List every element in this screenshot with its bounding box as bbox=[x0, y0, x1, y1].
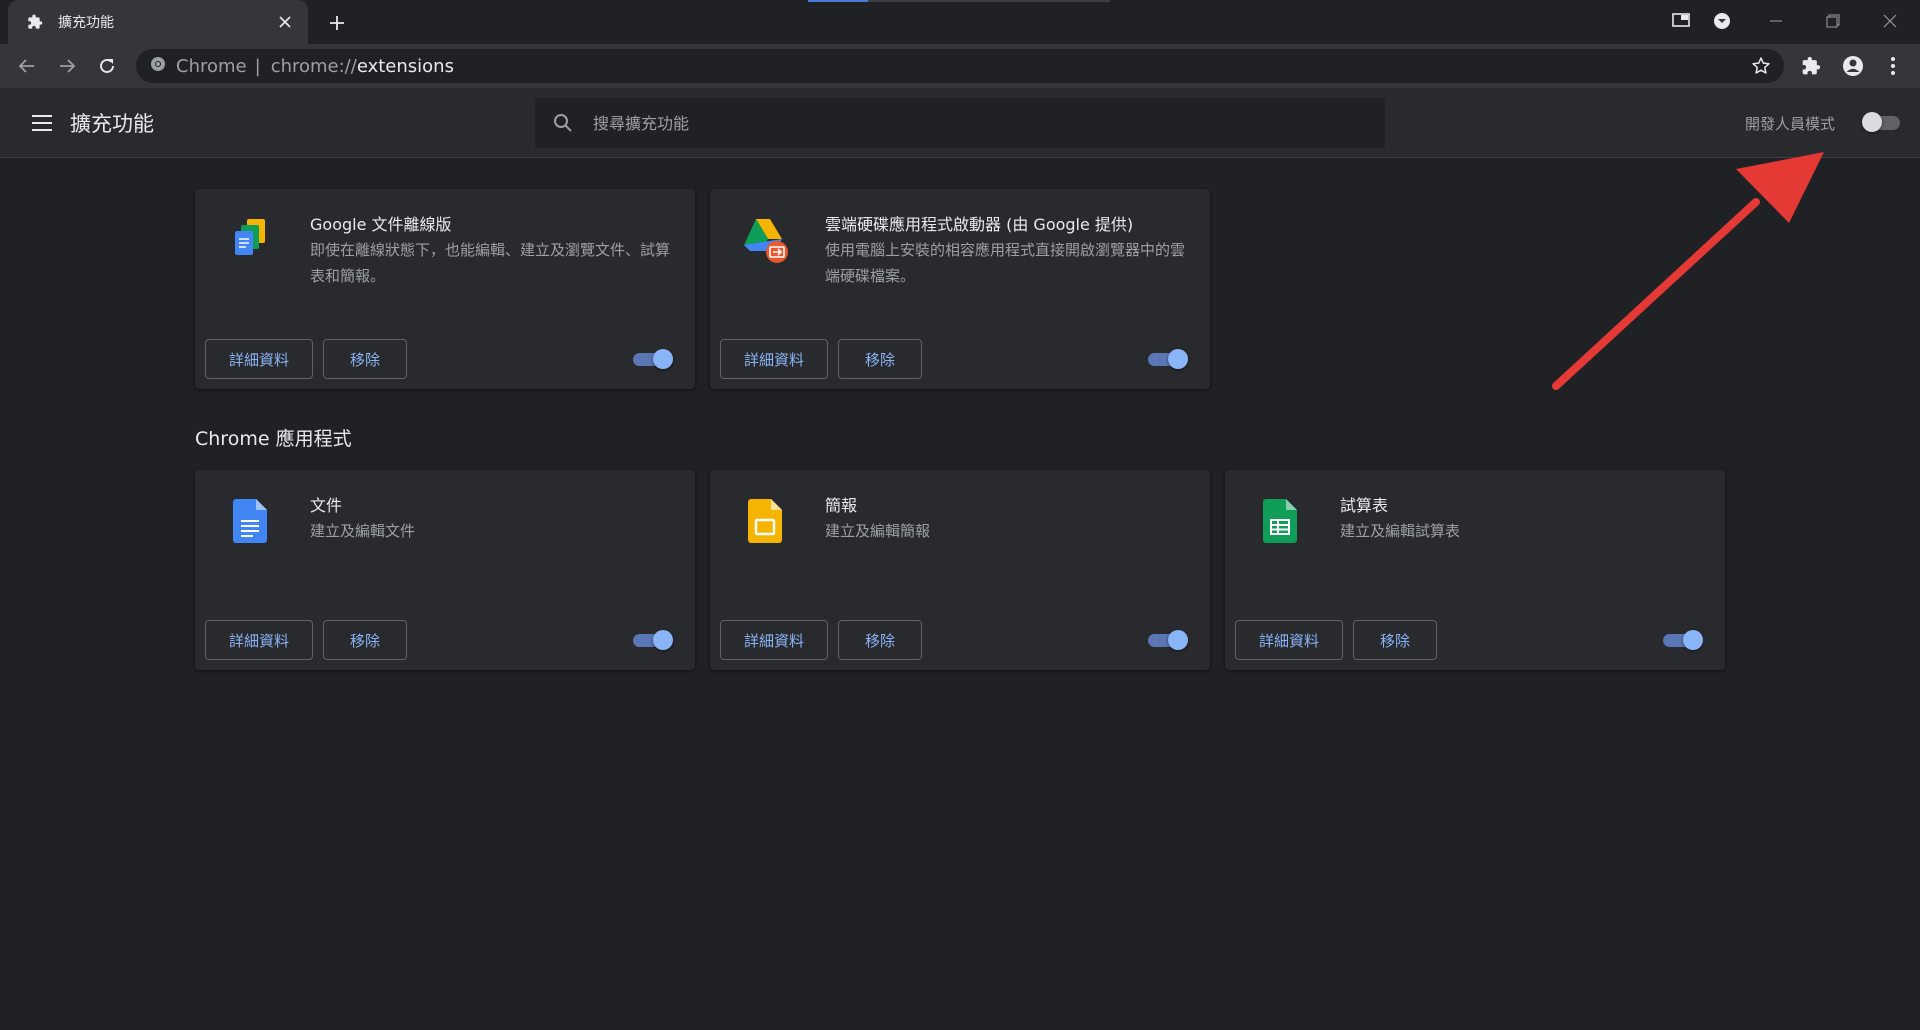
browser-toolbar: Chrome | chrome:// extensions bbox=[0, 44, 1920, 88]
hamburger-menu-icon[interactable] bbox=[28, 109, 56, 137]
details-button[interactable]: 詳細資料 bbox=[205, 339, 313, 379]
forward-button[interactable] bbox=[52, 51, 82, 81]
tab-extensions[interactable]: 擴充功能 bbox=[8, 0, 308, 44]
extensions-puzzle-icon[interactable] bbox=[1798, 53, 1824, 79]
extension-description: 即使在離線狀態下，也能編輯、建立及瀏覽文件、試算表和簡報。 bbox=[310, 241, 671, 285]
bookmark-star-icon[interactable] bbox=[1750, 55, 1772, 77]
google-docs-icon bbox=[225, 496, 275, 546]
more-menu-icon[interactable] bbox=[1880, 53, 1906, 79]
google-slides-icon bbox=[740, 496, 790, 546]
remove-button[interactable]: 移除 bbox=[838, 620, 922, 660]
omnibox-url-scheme: chrome:// bbox=[270, 55, 357, 77]
remove-button[interactable]: 移除 bbox=[838, 339, 922, 379]
media-icon[interactable] bbox=[1662, 6, 1702, 36]
back-button[interactable] bbox=[12, 51, 42, 81]
search-box[interactable] bbox=[535, 98, 1385, 148]
chrome-site-icon[interactable] bbox=[150, 56, 166, 76]
google-sheets-icon bbox=[1255, 496, 1305, 546]
docs-offline-icon bbox=[225, 215, 275, 265]
extension-card-drive-launcher: 雲端硬碟應用程式啟動器 (由 Google 提供) 使用電腦上安裝的相容應用程式… bbox=[710, 189, 1210, 389]
developer-mode-toggle[interactable] bbox=[1862, 112, 1902, 132]
developer-mode-label: 開發人員模式 bbox=[1745, 115, 1836, 133]
omnibox-url-host: extensions bbox=[356, 55, 454, 77]
chrome-apps-section-title: Chrome 應用程式 bbox=[195, 428, 352, 450]
enable-toggle[interactable] bbox=[631, 630, 673, 650]
omnibox-site-chip: Chrome bbox=[176, 55, 247, 77]
tab-strip: 擴充功能 bbox=[0, 0, 1920, 44]
app-card-docs: 文件 建立及編輯文件 詳細資料 移除 bbox=[195, 470, 695, 670]
profile-avatar-icon[interactable] bbox=[1840, 53, 1866, 79]
extensions-header: 擴充功能 開發人員模式 bbox=[0, 88, 1920, 158]
enable-toggle[interactable] bbox=[1661, 630, 1703, 650]
new-tab-button[interactable] bbox=[322, 8, 352, 38]
app-name: 簡報 bbox=[825, 496, 858, 515]
tab-loading-bar bbox=[808, 0, 1110, 2]
profile-dropdown-icon[interactable] bbox=[1702, 6, 1742, 36]
annotation-arrow bbox=[1552, 152, 1824, 390]
close-window-icon[interactable] bbox=[1870, 6, 1910, 36]
minimize-icon[interactable] bbox=[1756, 6, 1796, 36]
app-description: 建立及編輯文件 bbox=[310, 522, 416, 540]
extension-card-docs-offline: Google 文件離線版 即使在離線狀態下，也能編輯、建立及瀏覽文件、試算表和簡… bbox=[195, 189, 695, 389]
remove-button[interactable]: 移除 bbox=[323, 620, 407, 660]
extension-name: 雲端硬碟應用程式啟動器 (由 Google 提供) bbox=[825, 215, 1134, 234]
details-button[interactable]: 詳細資料 bbox=[1235, 620, 1343, 660]
page-title: 擴充功能 bbox=[70, 112, 154, 136]
remove-button[interactable]: 移除 bbox=[1353, 620, 1437, 660]
extension-description: 使用電腦上安裝的相容應用程式直接開啟瀏覽器中的雲端硬碟檔案。 bbox=[825, 241, 1186, 285]
reload-button[interactable] bbox=[92, 51, 122, 81]
puzzle-icon bbox=[26, 13, 44, 31]
app-description: 建立及編輯簡報 bbox=[825, 522, 931, 540]
close-tab-icon[interactable] bbox=[274, 11, 296, 33]
details-button[interactable]: 詳細資料 bbox=[720, 339, 828, 379]
search-input[interactable] bbox=[593, 113, 1193, 133]
details-button[interactable]: 詳細資料 bbox=[720, 620, 828, 660]
app-name: 文件 bbox=[310, 496, 343, 515]
enable-toggle[interactable] bbox=[1146, 349, 1188, 369]
tab-title: 擴充功能 bbox=[58, 15, 114, 31]
drive-launcher-icon bbox=[740, 215, 790, 265]
enable-toggle[interactable] bbox=[631, 349, 673, 369]
app-card-slides: 簡報 建立及編輯簡報 詳細資料 移除 bbox=[710, 470, 1210, 670]
app-card-sheets: 試算表 建立及編輯試算表 詳細資料 移除 bbox=[1225, 470, 1725, 670]
address-bar[interactable]: Chrome | chrome:// extensions bbox=[136, 49, 1784, 83]
omnibox-separator: | bbox=[254, 55, 261, 77]
extension-name: Google 文件離線版 bbox=[310, 215, 452, 234]
search-icon bbox=[551, 111, 575, 135]
details-button[interactable]: 詳細資料 bbox=[205, 620, 313, 660]
app-description: 建立及編輯試算表 bbox=[1340, 522, 1461, 540]
enable-toggle[interactable] bbox=[1146, 630, 1188, 650]
remove-button[interactable]: 移除 bbox=[323, 339, 407, 379]
restore-icon[interactable] bbox=[1813, 6, 1853, 36]
app-name: 試算表 bbox=[1340, 496, 1389, 515]
